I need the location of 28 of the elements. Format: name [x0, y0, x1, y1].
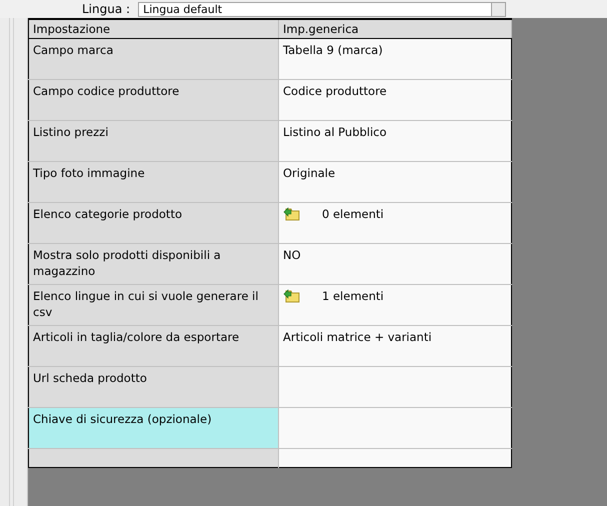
- column-header: Imp.generica: [278, 19, 512, 38]
- setting-cell[interactable]: Campo codice produttore: [28, 80, 278, 120]
- value-cell[interactable]: Articoli matrice + varianti: [278, 326, 512, 366]
- folder-icon[interactable]: [283, 288, 300, 303]
- setting-cell[interactable]: Elenco lingue in cui si vuole generare il csv: [28, 284, 278, 326]
- setting-cell[interactable]: Articoli in taglia/colore da esportare: [28, 326, 278, 366]
- value-cell[interactable]: Tabella 9 (marca): [278, 38, 512, 80]
- value-cell[interactable]: [278, 366, 512, 408]
- element-count: 0 elementi: [322, 206, 384, 222]
- setting-cell[interactable]: Mostra solo prodotti disponibili a magazzino: [28, 244, 278, 284]
- element-count: 1 elementi: [322, 288, 384, 304]
- value-cell[interactable]: [278, 408, 512, 448]
- language-dropdown[interactable]: Lingua default: [138, 2, 506, 16]
- setting-cell[interactable]: Campo marca: [28, 38, 278, 80]
- value-cell[interactable]: 1 elementi: [278, 284, 512, 326]
- value-cell[interactable]: NO: [278, 244, 512, 284]
- value-cell[interactable]: Listino al Pubblico: [278, 120, 512, 162]
- setting-cell[interactable]: Elenco categorie prodotto: [28, 202, 278, 244]
- setting-cell[interactable]: Listino prezzi: [28, 120, 278, 162]
- folder-icon[interactable]: [283, 206, 300, 221]
- setting-cell[interactable]: Url scheda prodotto: [28, 366, 278, 408]
- column-header: Impostazione: [28, 19, 278, 38]
- setting-cell[interactable]: Chiave di sicurezza (opzionale): [28, 408, 278, 448]
- value-cell[interactable]: Codice produttore: [278, 80, 512, 120]
- setting-cell[interactable]: Tipo foto immagine: [28, 162, 278, 202]
- language-label: Lingua :: [82, 2, 130, 16]
- value-cell[interactable]: Originale: [278, 162, 512, 202]
- value-cell[interactable]: 0 elementi: [278, 202, 512, 244]
